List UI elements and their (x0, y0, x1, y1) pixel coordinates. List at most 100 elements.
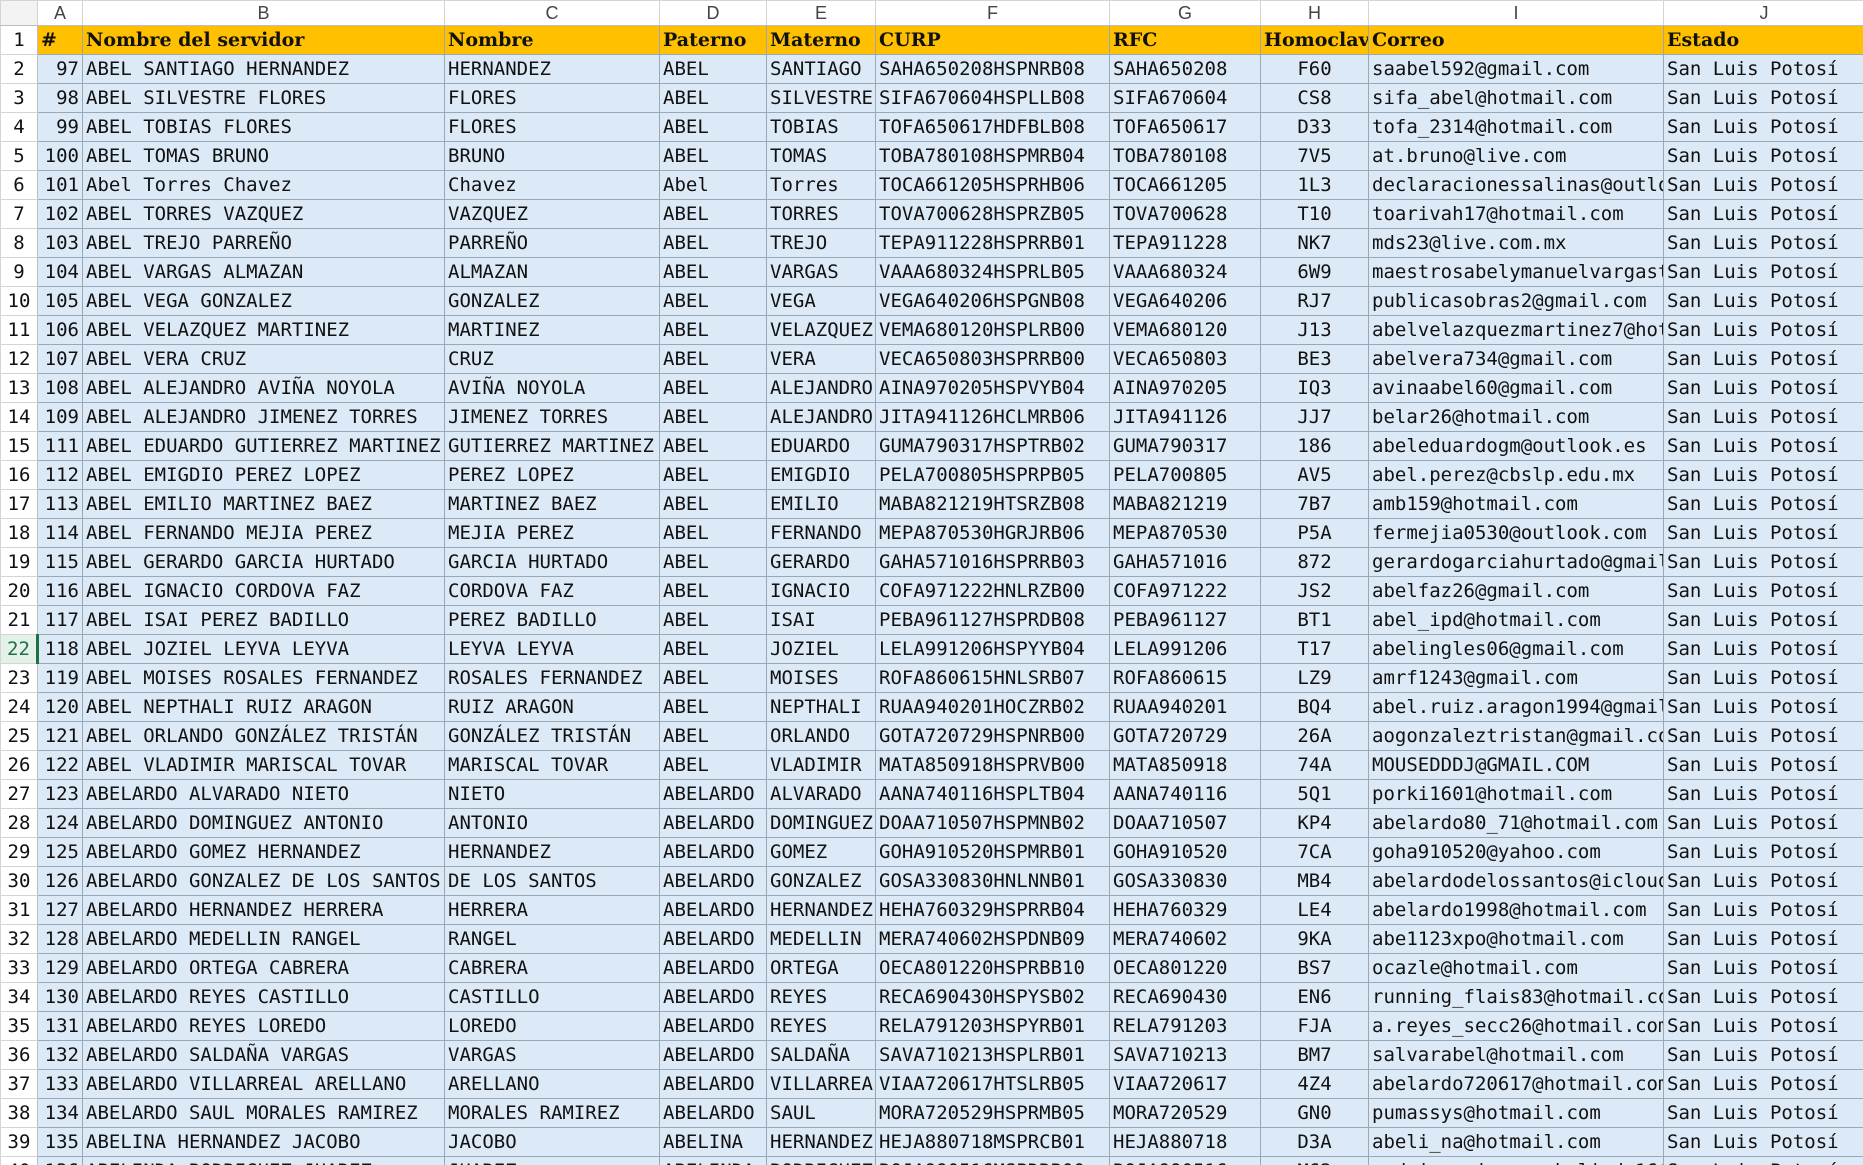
cell-b[interactable]: ABELARDO MEDELLIN RANGEL (82, 924, 445, 954)
cell-b[interactable]: ABELARDO VILLARREAL ARELLANO (82, 1069, 445, 1099)
cell-a[interactable]: 130 (37, 982, 83, 1012)
row-header-12[interactable]: 12 (0, 344, 38, 374)
cell-j[interactable]: San Luis Potosí (1663, 315, 1863, 345)
cell-b[interactable]: Abel Torres Chavez (82, 170, 445, 200)
cell-c[interactable]: PARREÑO (444, 228, 660, 258)
cell-c[interactable]: MARISCAL TOVAR (444, 750, 660, 780)
cell-a[interactable]: 132 (37, 1040, 83, 1070)
cell-b[interactable]: ABEL TOMAS BRUNO (82, 141, 445, 171)
cell-d[interactable]: ABEL (659, 286, 767, 316)
cell-a[interactable]: 115 (37, 547, 83, 577)
row-header-39[interactable]: 39 (0, 1127, 38, 1157)
cell-b[interactable]: ABELARDO HERNANDEZ HERRERA (82, 895, 445, 925)
row-header-17[interactable]: 17 (0, 489, 38, 519)
cell-g[interactable]: VEGA640206 (1109, 286, 1261, 316)
cell-j[interactable]: San Luis Potosí (1663, 866, 1863, 896)
cell-b[interactable]: ABELARDO SALDAÑA VARGAS (82, 1040, 445, 1070)
cell-e[interactable]: MOISES (766, 663, 876, 693)
cell-e[interactable]: TOBIAS (766, 112, 876, 142)
column-header-c[interactable]: C (444, 0, 660, 26)
header-cell[interactable]: Homoclave (1260, 25, 1369, 55)
cell-a[interactable]: 127 (37, 895, 83, 925)
row-header-38[interactable]: 38 (0, 1098, 38, 1128)
header-cell[interactable]: CURP (875, 25, 1110, 55)
cell-d[interactable]: ABEL (659, 431, 767, 461)
cell-g[interactable]: VECA650803 (1109, 344, 1261, 374)
cell-h[interactable]: GN0 (1260, 1098, 1369, 1128)
cell-j[interactable]: San Luis Potosí (1663, 228, 1863, 258)
cell-i[interactable]: publicasobras2@gmail.com (1368, 286, 1664, 316)
column-header-f[interactable]: F (875, 0, 1110, 26)
header-cell[interactable]: RFC (1109, 25, 1261, 55)
cell-j[interactable]: San Luis Potosí (1663, 721, 1863, 751)
cell-g[interactable]: RECA690430 (1109, 982, 1261, 1012)
cell-j[interactable]: San Luis Potosí (1663, 83, 1863, 113)
cell-j[interactable]: San Luis Potosí (1663, 112, 1863, 142)
header-cell[interactable]: # (37, 25, 83, 55)
cell-f[interactable]: ROJA990516MSPDRB00 (875, 1156, 1110, 1165)
cell-h[interactable]: 7B7 (1260, 489, 1369, 519)
cell-a[interactable]: 97 (37, 54, 83, 84)
cell-j[interactable]: San Luis Potosí (1663, 431, 1863, 461)
cell-i[interactable]: amrf1243@gmail.com (1368, 663, 1664, 693)
cell-d[interactable]: ABEL (659, 141, 767, 171)
cell-f[interactable]: RECA690430HSPYSB02 (875, 982, 1110, 1012)
cell-g[interactable]: VAAA680324 (1109, 257, 1261, 287)
cell-f[interactable]: VEMA680120HSPLRB00 (875, 315, 1110, 345)
header-cell[interactable]: Nombre del servidor (82, 25, 445, 55)
cell-f[interactable]: LELA991206HSPYYB04 (875, 634, 1110, 664)
cell-c[interactable]: GUTIERREZ MARTINEZ (444, 431, 660, 461)
cell-c[interactable]: VARGAS (444, 1040, 660, 1070)
cell-f[interactable]: DOAA710507HSPMNB02 (875, 808, 1110, 838)
cell-a[interactable]: 129 (37, 953, 83, 983)
cell-e[interactable]: VEGA (766, 286, 876, 316)
cell-f[interactable]: VAAA680324HSPRLB05 (875, 257, 1110, 287)
cell-i[interactable]: avinaabel60@gmail.com (1368, 373, 1664, 403)
cell-f[interactable]: MORA720529HSPRMB05 (875, 1098, 1110, 1128)
cell-f[interactable]: PELA700805HSPRPB05 (875, 460, 1110, 490)
cell-h[interactable]: D3A (1260, 1127, 1369, 1157)
cell-j[interactable]: San Luis Potosí (1663, 779, 1863, 809)
cell-h[interactable]: BS7 (1260, 953, 1369, 983)
cell-e[interactable]: HERNANDEZ (766, 1127, 876, 1157)
cell-c[interactable]: HERRERA (444, 895, 660, 925)
cell-j[interactable]: San Luis Potosí (1663, 953, 1863, 983)
cell-h[interactable]: LZ9 (1260, 663, 1369, 693)
cell-g[interactable]: DOAA710507 (1109, 808, 1261, 838)
cell-f[interactable]: AANA740116HSPLTB04 (875, 779, 1110, 809)
cell-c[interactable]: ALMAZAN (444, 257, 660, 287)
cell-g[interactable]: AANA740116 (1109, 779, 1261, 809)
cell-c[interactable]: FLORES (444, 112, 660, 142)
cell-i[interactable]: aogonzaleztristan@gmail.co (1368, 721, 1664, 751)
row-header-4[interactable]: 4 (0, 112, 38, 142)
cell-i[interactable]: abelvelazquezmartinez7@hotm (1368, 315, 1664, 345)
cell-h[interactable]: KP4 (1260, 808, 1369, 838)
cell-j[interactable]: San Luis Potosí (1663, 489, 1863, 519)
cell-j[interactable]: San Luis Potosí (1663, 1040, 1863, 1070)
cell-f[interactable]: MERA740602HSPDNB09 (875, 924, 1110, 954)
cell-c[interactable]: GARCIA HURTADO (444, 547, 660, 577)
cell-d[interactable]: ABEL (659, 663, 767, 693)
cell-b[interactable]: ABEL MOISES ROSALES FERNANDEZ (82, 663, 445, 693)
cell-f[interactable]: HEHA760329HSPRRB04 (875, 895, 1110, 925)
cell-a[interactable]: 98 (37, 83, 83, 113)
cell-j[interactable]: San Luis Potosí (1663, 1098, 1863, 1128)
row-header-19[interactable]: 19 (0, 547, 38, 577)
cell-i[interactable]: abelardo720617@hotmail.com (1368, 1069, 1664, 1099)
cell-h[interactable]: P5A (1260, 518, 1369, 548)
cell-f[interactable]: RELA791203HSPYRB01 (875, 1011, 1110, 1041)
cell-b[interactable]: ABEL JOZIEL LEYVA LEYVA (82, 634, 445, 664)
header-cell[interactable]: Materno (766, 25, 876, 55)
cell-b[interactable]: ABELARDO REYES LOREDO (82, 1011, 445, 1041)
cell-i[interactable]: abelardo80_71@hotmail.com (1368, 808, 1664, 838)
cell-c[interactable]: JUAREZ (444, 1156, 660, 1165)
cell-d[interactable]: ABELARDO (659, 1011, 767, 1041)
cell-c[interactable]: Chavez (444, 170, 660, 200)
cell-a[interactable]: 106 (37, 315, 83, 345)
cell-a[interactable]: 117 (37, 605, 83, 635)
cell-a[interactable]: 134 (37, 1098, 83, 1128)
cell-d[interactable]: ABEL (659, 634, 767, 664)
cell-c[interactable]: ROSALES FERNANDEZ (444, 663, 660, 693)
cell-h[interactable]: 9KA (1260, 924, 1369, 954)
cell-d[interactable]: ABELINDA (659, 1156, 767, 1165)
